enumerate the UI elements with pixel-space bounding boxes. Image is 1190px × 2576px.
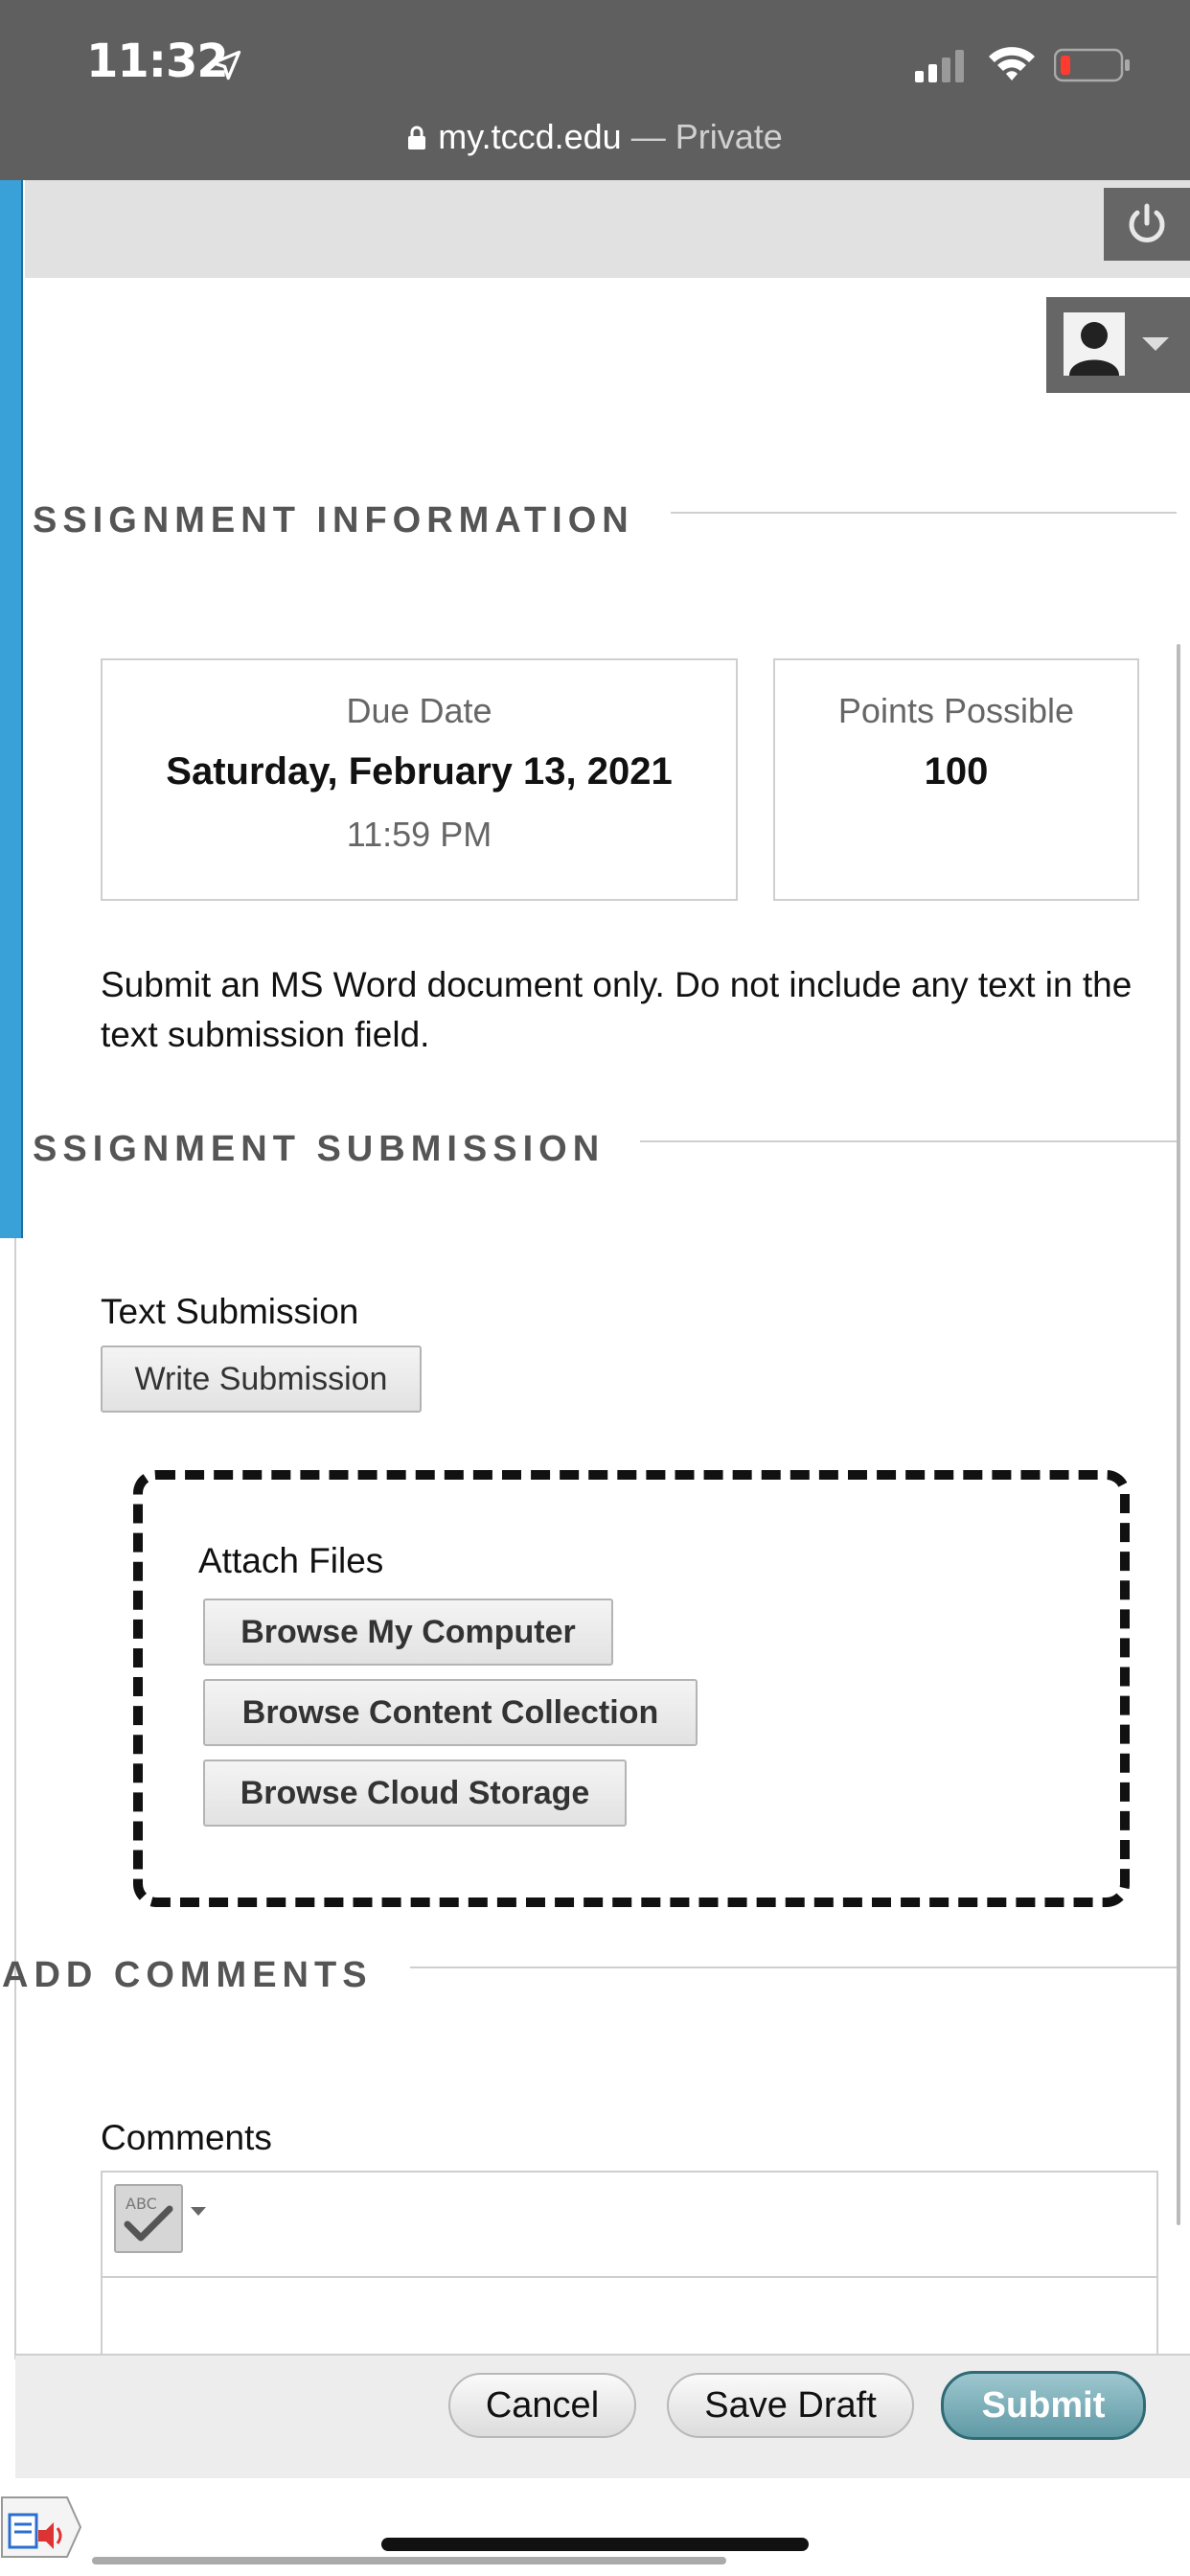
home-indicator[interactable] <box>381 2538 809 2551</box>
lock-icon <box>408 126 426 150</box>
chevron-down-icon <box>1142 337 1169 351</box>
avatar-icon <box>1064 312 1125 376</box>
points-possible-label: Points Possible <box>837 691 1075 730</box>
assignment-submission-heading: SSIGNMENT SUBMISSION <box>33 1129 606 1169</box>
comments-editor[interactable]: ABC <box>101 2171 1158 2362</box>
ios-status-bar: 11:32 my.tccd.edu — Private <box>0 0 1190 180</box>
chevron-down-icon[interactable] <box>191 2207 206 2216</box>
assignment-information-heading: SSIGNMENT INFORMATION <box>33 500 634 540</box>
points-possible-box: Points Possible 100 <box>773 658 1139 901</box>
user-menu-button[interactable] <box>1046 297 1190 393</box>
submit-button[interactable]: Submit <box>941 2371 1146 2440</box>
section-divider <box>640 1140 1177 1142</box>
power-icon <box>1129 203 1165 242</box>
browse-my-computer-button[interactable]: Browse My Computer <box>203 1598 613 1666</box>
editor-toolbar: ABC <box>103 2173 1156 2278</box>
spellcheck-button[interactable]: ABC <box>114 2184 183 2253</box>
due-date-value: Saturday, February 13, 2021 <box>166 750 673 793</box>
due-date-label: Due Date <box>346 691 492 730</box>
clock-time: 11:32 <box>86 34 229 88</box>
horizontal-scrollbar[interactable] <box>92 2557 726 2564</box>
battery-low-icon <box>1054 48 1130 82</box>
comments-label: Comments <box>101 2118 272 2157</box>
url-text: my.tccd.edu <box>438 117 622 156</box>
due-time-value: 11:59 PM <box>346 815 492 854</box>
cellular-signal-icon <box>915 50 964 82</box>
assignment-instructions: Submit an MS Word document only. Do not … <box>101 965 1133 1054</box>
vertical-scrollbar[interactable] <box>1177 644 1180 2225</box>
logout-button[interactable] <box>1104 188 1190 261</box>
private-label: — Private <box>621 117 783 156</box>
wifi-icon <box>989 47 1035 80</box>
write-submission-button[interactable]: Write Submission <box>101 1346 422 1413</box>
course-menu-tab[interactable] <box>0 180 23 1238</box>
points-possible-value: 100 <box>924 750 989 793</box>
svg-text:ABC: ABC <box>126 2195 157 2213</box>
text-submission-label: Text Submission <box>101 1292 359 1331</box>
page-header-band <box>25 180 1190 278</box>
section-divider <box>671 512 1177 514</box>
save-draft-button[interactable]: Save Draft <box>667 2373 914 2438</box>
spellcheck-icon: ABC <box>124 2195 173 2242</box>
location-arrow-icon <box>211 50 241 80</box>
add-comments-heading: ADD COMMENTS <box>2 1955 373 1995</box>
browse-cloud-storage-button[interactable]: Browse Cloud Storage <box>203 1760 627 1827</box>
section-divider <box>410 1966 1177 1968</box>
cancel-button[interactable]: Cancel <box>448 2373 636 2438</box>
left-border-line <box>14 1238 16 2359</box>
address-bar[interactable]: my.tccd.edu — Private <box>0 117 1190 157</box>
due-date-box: Due Date Saturday, February 13, 2021 11:… <box>101 658 738 901</box>
browse-content-collection-button[interactable]: Browse Content Collection <box>203 1679 698 1746</box>
attach-files-label: Attach Files <box>198 1541 384 1580</box>
submission-action-bar: Cancel Save Draft Submit <box>15 2354 1190 2478</box>
read-aloud-icon[interactable] <box>0 2492 82 2563</box>
